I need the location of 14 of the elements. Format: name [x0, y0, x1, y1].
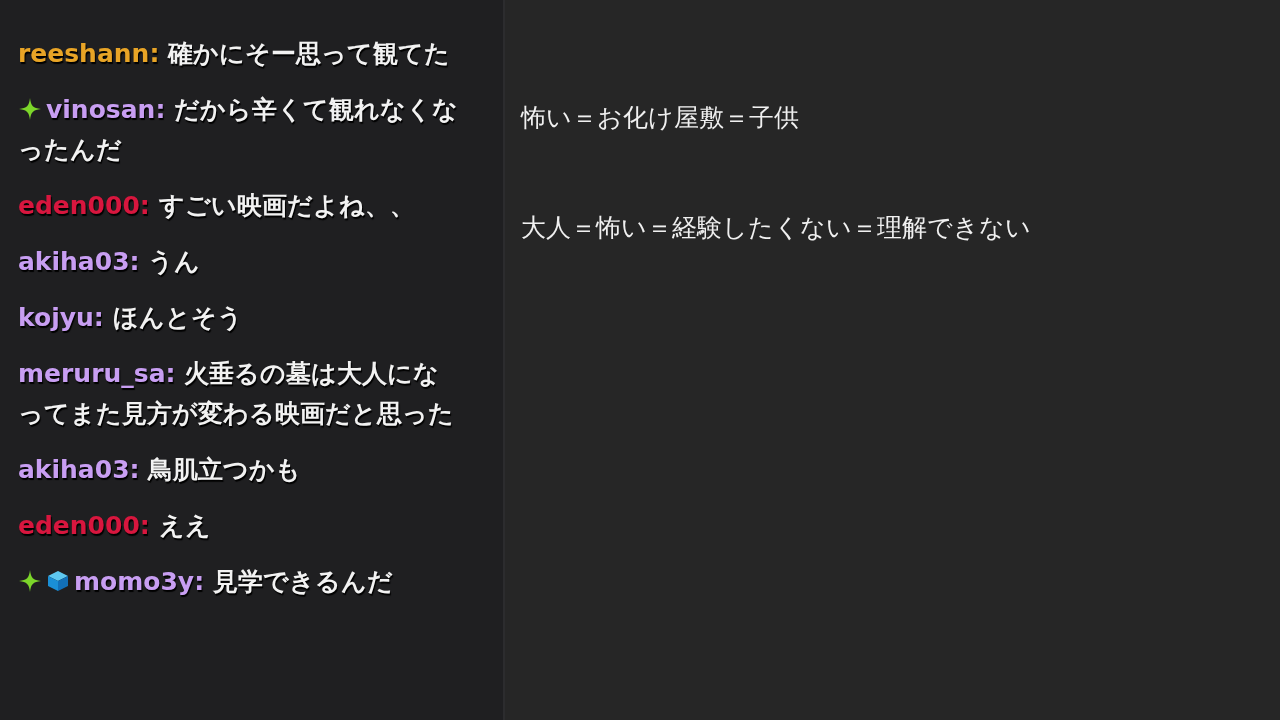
- note-text: 怖い＝お化け屋敷＝子供: [521, 102, 799, 134]
- chat-message: akiha03: うん: [18, 246, 202, 278]
- sparkle-icon: [18, 97, 42, 121]
- chat-message: kojyu: ほんとそう: [18, 302, 244, 334]
- chat-message: reeshann: 確かにそー思って観てた: [18, 38, 452, 70]
- chat-message: vinosan: だから辛くて観れなくなったんだ: [18, 94, 459, 166]
- sparkle-icon: [18, 569, 42, 593]
- chat-message: meruru_sa: 火垂るの墓は大人になってまた見方が変わる映画だと思った: [18, 358, 455, 430]
- cube-icon: [46, 569, 70, 593]
- chat-message: momo3y: 見学できるんだ: [18, 562, 459, 602]
- chat-message: eden000: ええ: [18, 510, 212, 542]
- note-text: 大人＝怖い＝経験したくない＝理解できない: [521, 212, 1031, 244]
- chat-message: akiha03: 鳥肌立つかも: [18, 454, 303, 486]
- chat-message: eden000: すごい映画だよね、、: [18, 190, 416, 222]
